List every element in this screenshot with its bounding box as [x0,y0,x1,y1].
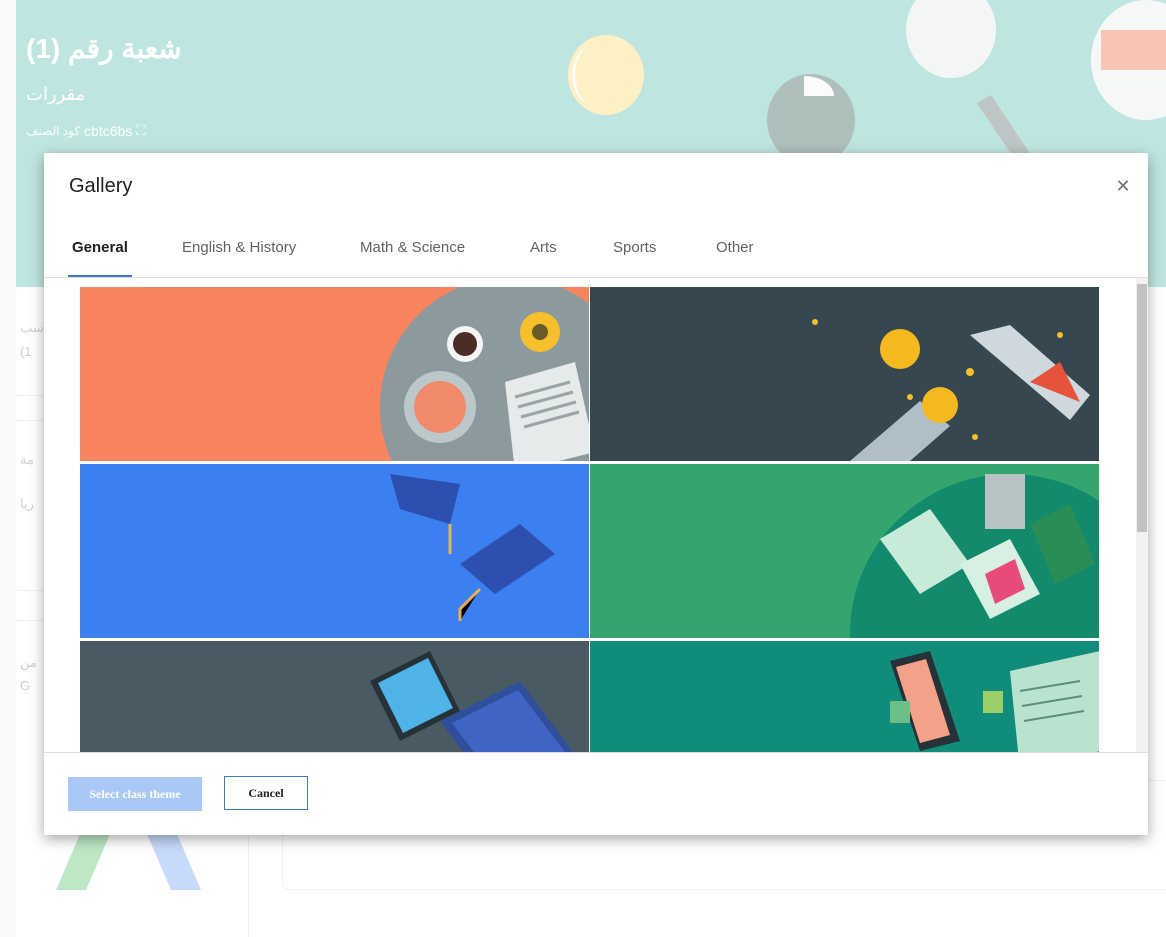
gallery-scrollbar[interactable] [1136,278,1148,752]
active-tab-indicator [68,275,132,277]
tab-label: General [72,239,128,256]
tab-arts[interactable]: Arts [526,239,561,277]
scrollbar-thumb[interactable] [1137,284,1147,532]
tab-label: Math & Science [360,239,466,256]
theme-gallery [44,278,1148,752]
tab-other[interactable]: Other [712,239,758,277]
tab-label: Sports [613,239,657,256]
theme-tile-diploma[interactable] [590,287,1099,461]
tab-sports[interactable]: Sports [609,239,660,277]
theme-tile-coffee[interactable] [80,287,589,461]
theme-tile-laptop[interactable] [80,641,589,752]
cancel-button[interactable]: Cancel [224,776,308,810]
gallery-tabs: General English & History Math & Science… [44,227,1148,278]
tab-label: Arts [530,239,557,256]
tab-general[interactable]: General [68,239,132,277]
tab-math-science[interactable]: Math & Science [356,239,469,277]
gallery-dialog: Gallery ✕ General English & History Math… [44,153,1148,835]
theme-tile-graduation[interactable] [80,464,589,638]
close-icon[interactable]: ✕ [1114,177,1132,195]
tab-english-history[interactable]: English & History [178,239,300,277]
dialog-title: Gallery [69,175,133,197]
select-class-theme-button[interactable]: Select class theme [68,777,202,811]
theme-tile-phone[interactable] [590,641,1099,752]
tab-label: Other [716,239,754,256]
theme-tile-notebooks[interactable] [590,464,1099,638]
tab-label: English & History [182,239,297,256]
dialog-footer: Select class theme Cancel [44,752,1148,835]
